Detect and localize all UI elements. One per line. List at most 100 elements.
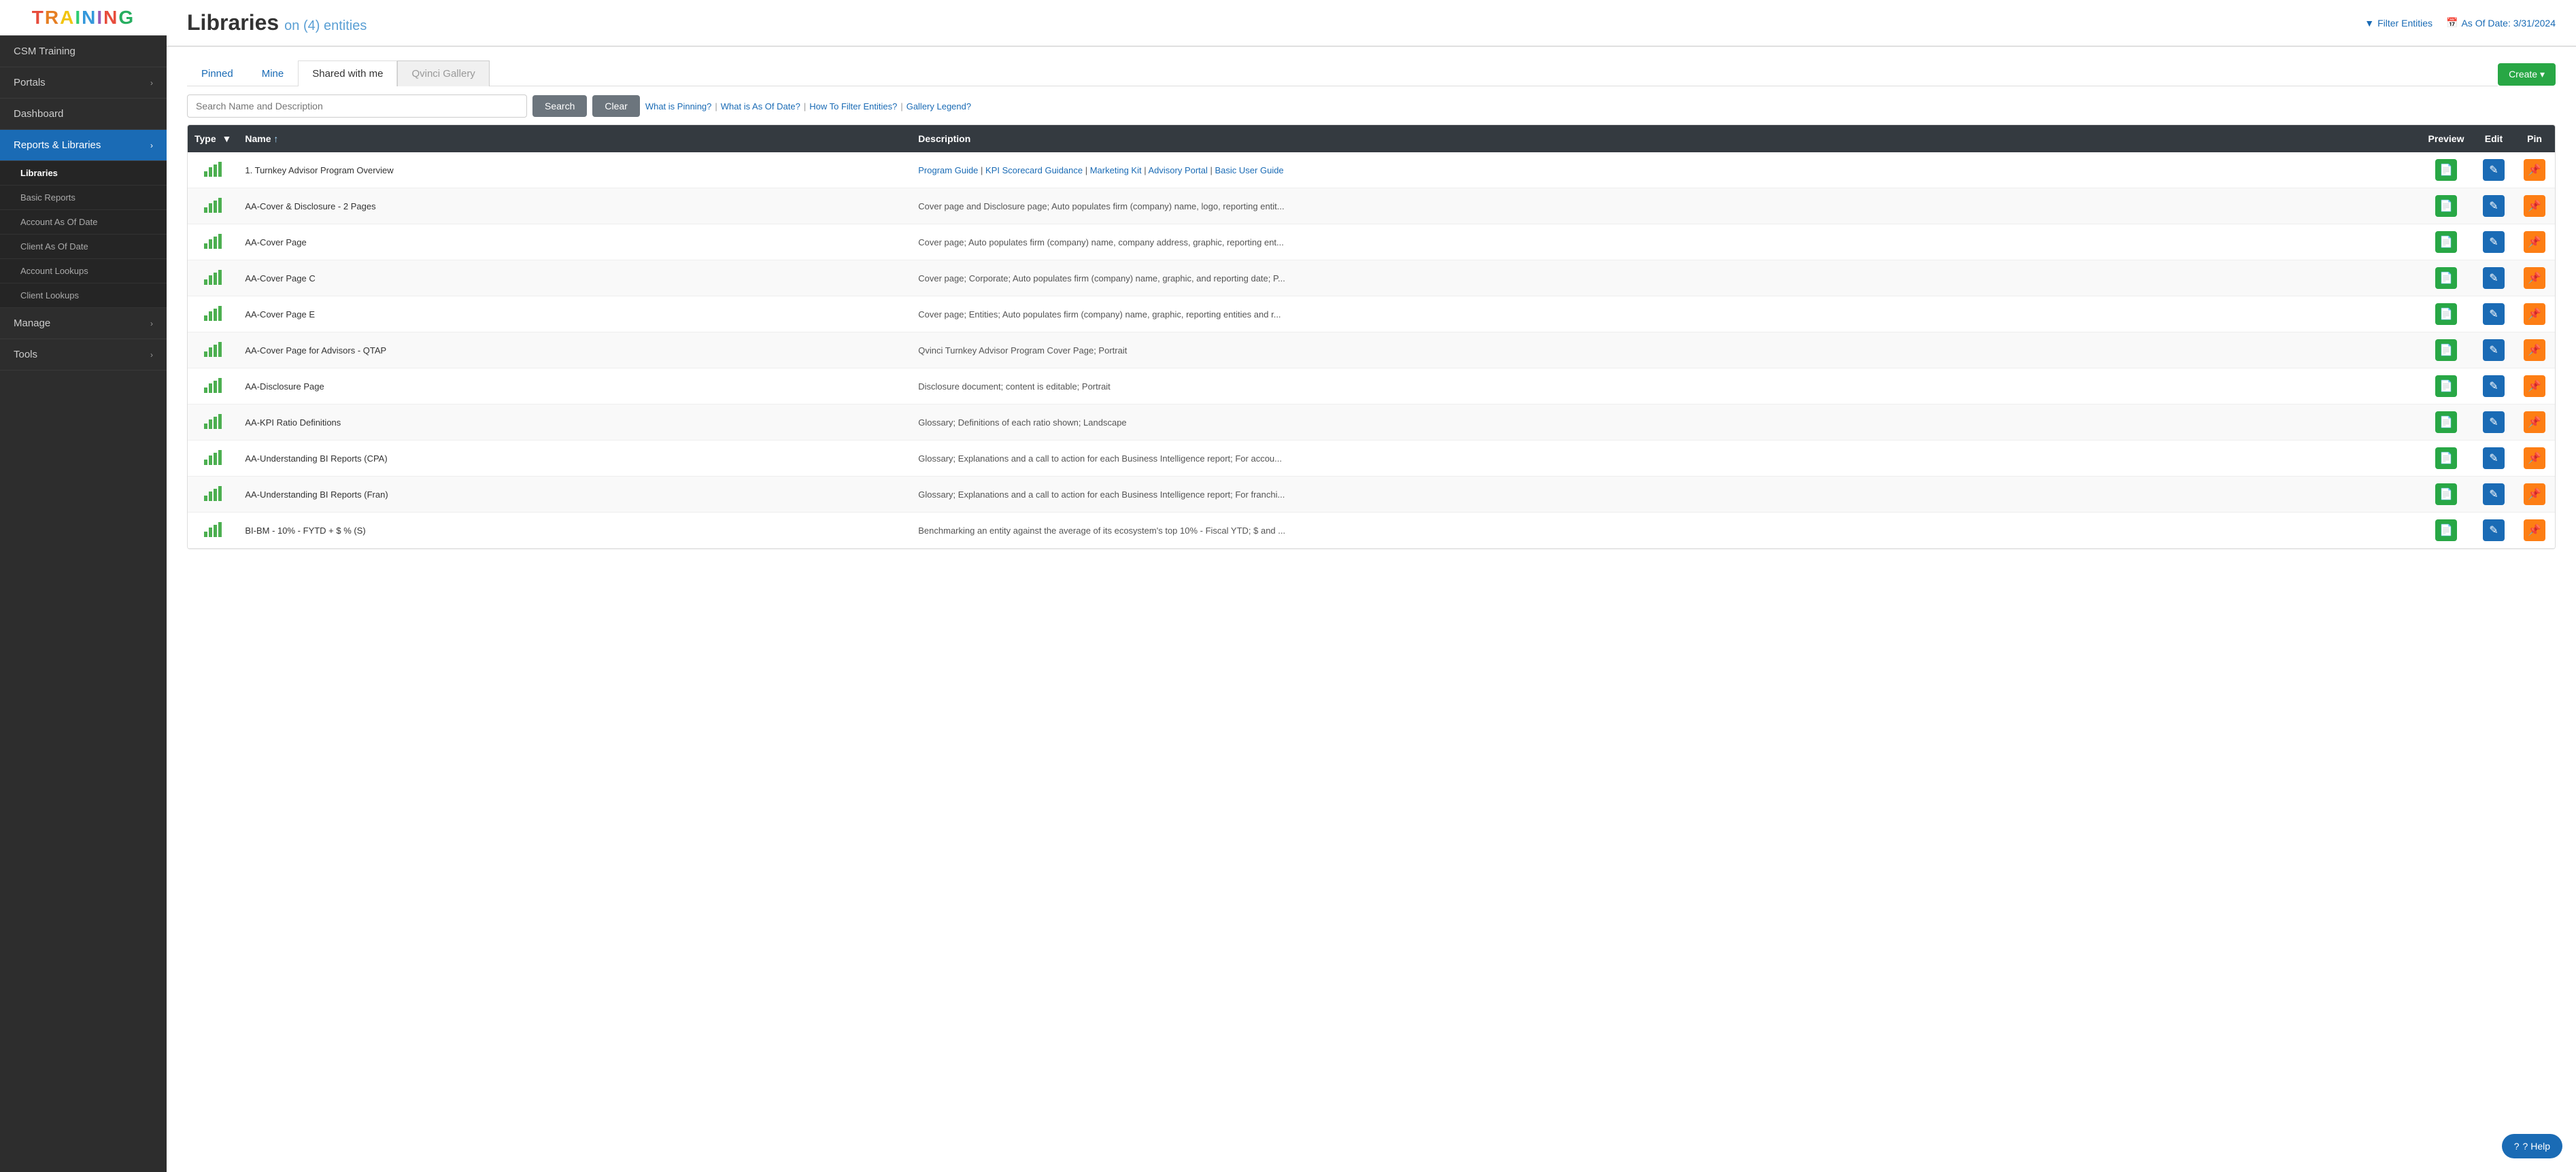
edit-button[interactable]: ✎ — [2483, 483, 2505, 505]
tab-mine[interactable]: Mine — [248, 61, 299, 86]
preview-button[interactable]: 📄 — [2435, 483, 2457, 505]
what-is-as-of-date-link[interactable]: What is As Of Date? — [721, 101, 800, 111]
search-button[interactable]: Search — [532, 95, 587, 117]
name-cell: AA-Understanding BI Reports (Fran) — [238, 477, 911, 513]
preview-button[interactable]: 📄 — [2435, 267, 2457, 289]
preview-button[interactable]: 📄 — [2435, 375, 2457, 397]
pin-button[interactable]: 📌 — [2524, 303, 2545, 325]
sidebar-item-basic-reports[interactable]: Basic Reports — [0, 186, 167, 210]
filter-entities-link[interactable]: ▼ Filter Entities — [2365, 18, 2433, 29]
pin-button[interactable]: 📌 — [2524, 375, 2545, 397]
tab-shared[interactable]: Shared with me — [298, 61, 397, 86]
preview-button[interactable]: 📄 — [2435, 447, 2457, 469]
sidebar-item-dashboard[interactable]: Dashboard — [0, 99, 167, 130]
how-to-filter-link[interactable]: How To Filter Entities? — [809, 101, 897, 111]
edit-cell: ✎ — [2473, 441, 2514, 477]
pin-button[interactable]: 📌 — [2524, 195, 2545, 217]
preview-cell: 📄 — [2419, 152, 2473, 188]
sidebar-item-portals[interactable]: Portals › — [0, 67, 167, 99]
desc-link[interactable]: Program Guide — [918, 165, 978, 175]
pin-button[interactable]: 📌 — [2524, 267, 2545, 289]
preview-button[interactable]: 📄 — [2435, 411, 2457, 433]
create-button-wrapper: Create ▾ — [2498, 63, 2556, 86]
search-input[interactable] — [187, 94, 527, 118]
tab-gallery[interactable]: Qvinci Gallery — [397, 61, 489, 86]
pin-button[interactable]: 📌 — [2524, 447, 2545, 469]
desc-link[interactable]: KPI Scorecard Guidance — [985, 165, 1083, 175]
pin-button[interactable]: 📌 — [2524, 411, 2545, 433]
sidebar-item-reports[interactable]: Reports & Libraries › — [0, 130, 167, 161]
sidebar-item-client-as-of-date[interactable]: Client As Of Date — [0, 235, 167, 259]
sidebar-item-account-lookups[interactable]: Account Lookups — [0, 259, 167, 283]
sidebar-item-account-as-of-date[interactable]: Account As Of Date — [0, 210, 167, 235]
sidebar-reports-label: Reports & Libraries — [14, 139, 101, 151]
create-button[interactable]: Create ▾ — [2498, 63, 2556, 86]
what-is-pinning-link[interactable]: What is Pinning? — [645, 101, 712, 111]
header-title-group: Libraries on (4) entities — [187, 10, 367, 35]
pin-cell: 📌 — [2514, 224, 2555, 260]
sidebar-portals-label: Portals — [14, 77, 46, 88]
pin-button[interactable]: 📌 — [2524, 339, 2545, 361]
edit-button[interactable]: ✎ — [2483, 339, 2505, 361]
clear-button[interactable]: Clear — [592, 95, 639, 117]
preview-button[interactable]: 📄 — [2435, 519, 2457, 541]
as-of-date-link[interactable]: 📅 As Of Date: 3/31/2024 — [2446, 17, 2556, 29]
desc-link[interactable]: Basic User Guide — [1215, 165, 1284, 175]
preview-button[interactable]: 📄 — [2435, 195, 2457, 217]
preview-cell: 📄 — [2419, 477, 2473, 513]
preview-button[interactable]: 📄 — [2435, 339, 2457, 361]
edit-button[interactable]: ✎ — [2483, 411, 2505, 433]
desc-link[interactable]: Marketing Kit — [1090, 165, 1142, 175]
edit-cell: ✎ — [2473, 260, 2514, 296]
header: Libraries on (4) entities ▼ Filter Entit… — [167, 0, 2576, 47]
edit-button[interactable]: ✎ — [2483, 267, 2505, 289]
col-header-name[interactable]: Name ↑ — [238, 125, 911, 152]
table-row: AA-Disclosure PageDisclosure document; c… — [188, 368, 2555, 404]
edit-button[interactable]: ✎ — [2483, 231, 2505, 253]
col-header-edit: Edit — [2473, 125, 2514, 152]
sidebar-item-libraries[interactable]: Libraries — [0, 161, 167, 186]
desc-link[interactable]: Advisory Portal — [1148, 165, 1207, 175]
sidebar-item-client-lookups[interactable]: Client Lookups — [0, 283, 167, 308]
help-button[interactable]: ? ? Help — [2502, 1134, 2562, 1158]
pin-cell: 📌 — [2514, 152, 2555, 188]
pin-cell: 📌 — [2514, 188, 2555, 224]
separator-1: | — [715, 101, 717, 111]
sidebar-item-manage[interactable]: Manage › — [0, 308, 167, 339]
type-cell — [188, 441, 238, 475]
table-header-row: Type ▼ Name ↑ Description Preview Edit P… — [188, 125, 2555, 152]
preview-cell: 📄 — [2419, 368, 2473, 404]
edit-button[interactable]: ✎ — [2483, 447, 2505, 469]
pin-button[interactable]: 📌 — [2524, 483, 2545, 505]
sidebar: TRAINING CSM Training Portals › Dashboar… — [0, 0, 167, 1172]
pin-cell: 📌 — [2514, 368, 2555, 404]
name-cell: BI-BM - 10% - FYTD + $ % (S) — [238, 513, 911, 549]
as-of-date-label: As Of Date: 3/31/2024 — [2461, 18, 2556, 29]
edit-button[interactable]: ✎ — [2483, 195, 2505, 217]
preview-cell: 📄 — [2419, 260, 2473, 296]
preview-button[interactable]: 📄 — [2435, 303, 2457, 325]
table-row: AA-Cover Page for Advisors - QTAPQvinci … — [188, 332, 2555, 368]
edit-button[interactable]: ✎ — [2483, 375, 2505, 397]
preview-button[interactable]: 📄 — [2435, 159, 2457, 181]
pin-button[interactable]: 📌 — [2524, 519, 2545, 541]
edit-button[interactable]: ✎ — [2483, 519, 2505, 541]
tab-pinned[interactable]: Pinned — [187, 61, 248, 86]
edit-cell: ✎ — [2473, 188, 2514, 224]
pin-button[interactable]: 📌 — [2524, 159, 2545, 181]
preview-cell: 📄 — [2419, 296, 2473, 332]
preview-button[interactable]: 📄 — [2435, 231, 2457, 253]
type-cell — [188, 513, 238, 547]
separator-3: | — [900, 101, 902, 111]
question-icon: ? — [2514, 1141, 2520, 1152]
gallery-legend-link[interactable]: Gallery Legend? — [906, 101, 971, 111]
edit-button[interactable]: ✎ — [2483, 159, 2505, 181]
pin-button[interactable]: 📌 — [2524, 231, 2545, 253]
edit-button[interactable]: ✎ — [2483, 303, 2505, 325]
type-cell — [188, 404, 238, 438]
desc-cell: Cover page; Corporate; Auto populates fi… — [911, 260, 2419, 296]
sidebar-item-tools[interactable]: Tools › — [0, 339, 167, 370]
sidebar-item-csm-training[interactable]: CSM Training — [0, 36, 167, 67]
type-filter-icon[interactable]: ▼ — [222, 133, 232, 144]
name-cell: AA-Cover Page for Advisors - QTAP — [238, 332, 911, 368]
